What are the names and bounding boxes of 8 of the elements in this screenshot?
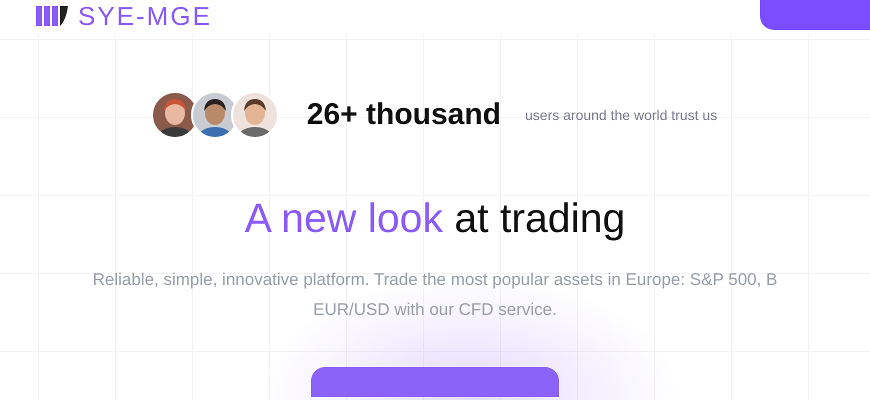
logo-text: SYE-MGE (78, 2, 212, 30)
cta-button[interactable] (311, 367, 559, 397)
hero-description: Reliable, simple, innovative platform. Trade the most popular assets in Europe: S&P 500, B EUR/USD with our CFD service. (92, 269, 778, 321)
user-count: 26+ thousand (306, 98, 501, 132)
logo-icon (36, 6, 70, 26)
hero-title: A new look at trading (244, 195, 626, 242)
user-count-caption: users around the world trust us (525, 107, 718, 123)
header-button[interactable] (760, 0, 870, 30)
